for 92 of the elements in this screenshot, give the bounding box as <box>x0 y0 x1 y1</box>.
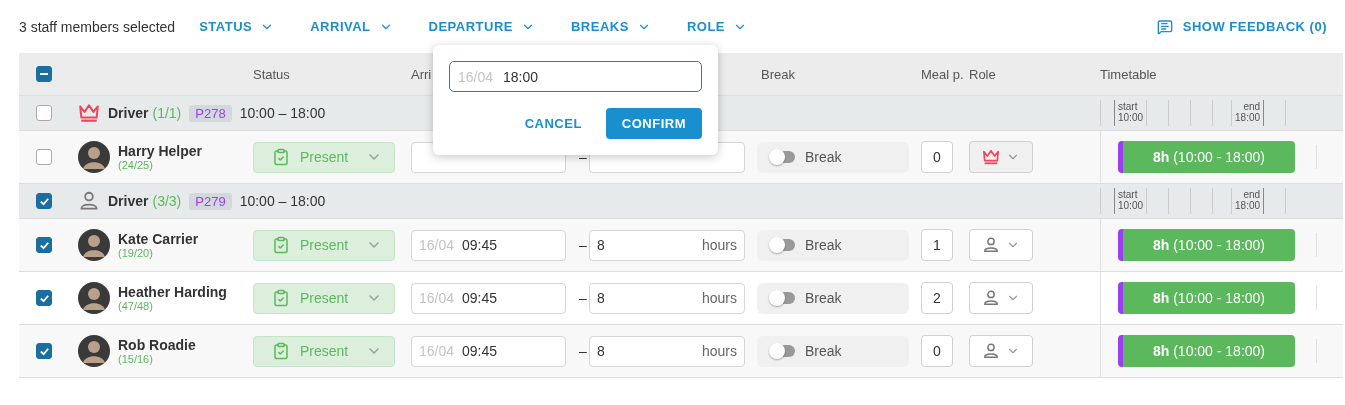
person-icon <box>982 289 1000 307</box>
group-title: Driver <box>108 105 149 121</box>
group-title: Driver <box>108 193 149 209</box>
check-icon <box>38 345 50 357</box>
shift-bar[interactable]: 8h (10:00 - 18:00) <box>1118 282 1295 314</box>
person-icon <box>982 342 1000 360</box>
staff-name: Heather Harding <box>118 284 227 300</box>
break-toggle[interactable]: Break <box>757 282 909 314</box>
role-dropdown[interactable] <box>969 141 1033 173</box>
filter-dropdown[interactable]: STATUS <box>199 19 275 34</box>
feedback-button[interactable]: SHOW FEEDBACK (0) <box>1156 18 1327 35</box>
column-header: Break <box>760 66 795 82</box>
checkbox[interactable] <box>36 105 52 121</box>
avatar-icon <box>78 335 110 367</box>
attendance-dropdown[interactable]: Present <box>253 282 395 314</box>
checkbox[interactable] <box>36 66 52 82</box>
range-dash: – <box>578 237 588 253</box>
shift-bar[interactable]: 8h (10:00 - 18:00) <box>1118 335 1295 367</box>
clipboard-check-icon <box>272 148 290 166</box>
break-toggle[interactable]: Break <box>757 229 909 261</box>
arrival-field[interactable]: 16/04 09:45 <box>411 282 566 314</box>
shift-count: (24/25) <box>118 159 154 171</box>
duration-field[interactable]: 8 hours <box>589 335 745 367</box>
column-header: Status <box>253 66 290 82</box>
attendance-dropdown[interactable]: Present <box>253 229 395 261</box>
shift-count: (15/16) <box>118 353 154 365</box>
arrival-field[interactable]: 16/04 09:45 <box>411 229 566 261</box>
column-header: Meal p. <box>921 66 964 82</box>
filter-dropdown[interactable]: BREAKS <box>571 19 651 34</box>
selection-count: 3 staff members selected <box>19 18 176 35</box>
crown-icon <box>78 102 100 124</box>
staff-name: Kate Carrier <box>118 231 199 247</box>
cancel-button[interactable]: CANCEL <box>524 116 582 131</box>
column-header: Role <box>969 66 996 82</box>
position-code: P279 <box>189 192 232 210</box>
checkbox[interactable] <box>36 343 52 359</box>
group-count: (1/1) <box>152 105 182 121</box>
checkbox[interactable] <box>36 237 52 253</box>
meal-field[interactable]: 1 <box>921 229 953 261</box>
person-icon <box>78 190 100 212</box>
meal-field[interactable]: 0 <box>921 335 953 367</box>
avatar-icon <box>78 229 110 261</box>
filter-dropdown[interactable]: ARRIVAL <box>310 19 393 34</box>
role-dropdown[interactable] <box>969 335 1033 367</box>
role-dropdown[interactable] <box>969 282 1033 314</box>
checkbox[interactable] <box>36 193 52 209</box>
scale-start-label: start 10:00 <box>1114 100 1147 126</box>
group-time: 10:00 – 18:00 <box>239 105 326 121</box>
check-icon <box>38 195 50 207</box>
filter-dropdown[interactable]: DEPARTURE <box>428 19 535 34</box>
shift-bar[interactable]: 8h (10:00 - 18:00) <box>1118 229 1295 261</box>
filter-dropdown[interactable]: ROLE <box>686 19 747 34</box>
group-count: (3/3) <box>152 193 182 209</box>
break-toggle[interactable]: Break <box>757 335 909 367</box>
duration-field[interactable]: 8 hours <box>589 282 745 314</box>
range-dash: – <box>578 343 588 359</box>
duration-field[interactable]: 8 hours <box>589 229 745 261</box>
group-time: 10:00 – 18:00 <box>239 193 326 209</box>
scale-end-label: end 18:00 <box>1231 100 1265 126</box>
scale-start-label: start 10:00 <box>1114 188 1147 214</box>
avatar-icon <box>78 141 110 173</box>
check-icon <box>38 239 50 251</box>
shift-count: (47/48) <box>118 300 154 312</box>
role-dropdown[interactable] <box>969 229 1033 261</box>
checkbox[interactable] <box>36 290 52 306</box>
time-field[interactable]: 16/04 18:00 <box>449 61 702 92</box>
crown-icon <box>982 148 1000 166</box>
column-header: Timetable <box>1100 66 1157 82</box>
shift-count: (19/20) <box>118 247 154 259</box>
person-icon <box>982 236 1000 254</box>
shift-bar[interactable]: 8h (10:00 - 18:00) <box>1118 141 1295 173</box>
meal-field[interactable]: 2 <box>921 282 953 314</box>
clipboard-check-icon <box>272 236 290 254</box>
range-dash: – <box>578 149 588 165</box>
checkbox[interactable] <box>36 149 52 165</box>
column-header: Arri <box>411 66 432 82</box>
avatar-icon <box>78 282 110 314</box>
message-icon <box>1156 18 1173 35</box>
staff-name: Rob Roadie <box>118 337 196 353</box>
confirm-button[interactable]: CONFIRM <box>605 108 702 139</box>
clipboard-check-icon <box>272 289 290 307</box>
break-toggle[interactable]: Break <box>757 141 909 173</box>
attendance-dropdown[interactable]: Present <box>253 141 395 173</box>
clipboard-check-icon <box>272 342 290 360</box>
scale-end-label: end 18:00 <box>1231 188 1265 214</box>
check-icon <box>38 292 50 304</box>
position-code: P278 <box>189 104 232 122</box>
arrival-field[interactable]: 16/04 09:45 <box>411 335 566 367</box>
staff-name: Harry Helper <box>118 143 203 159</box>
meal-field[interactable]: 0 <box>921 141 953 173</box>
attendance-dropdown[interactable]: Present <box>253 335 395 367</box>
range-dash: – <box>578 290 588 306</box>
